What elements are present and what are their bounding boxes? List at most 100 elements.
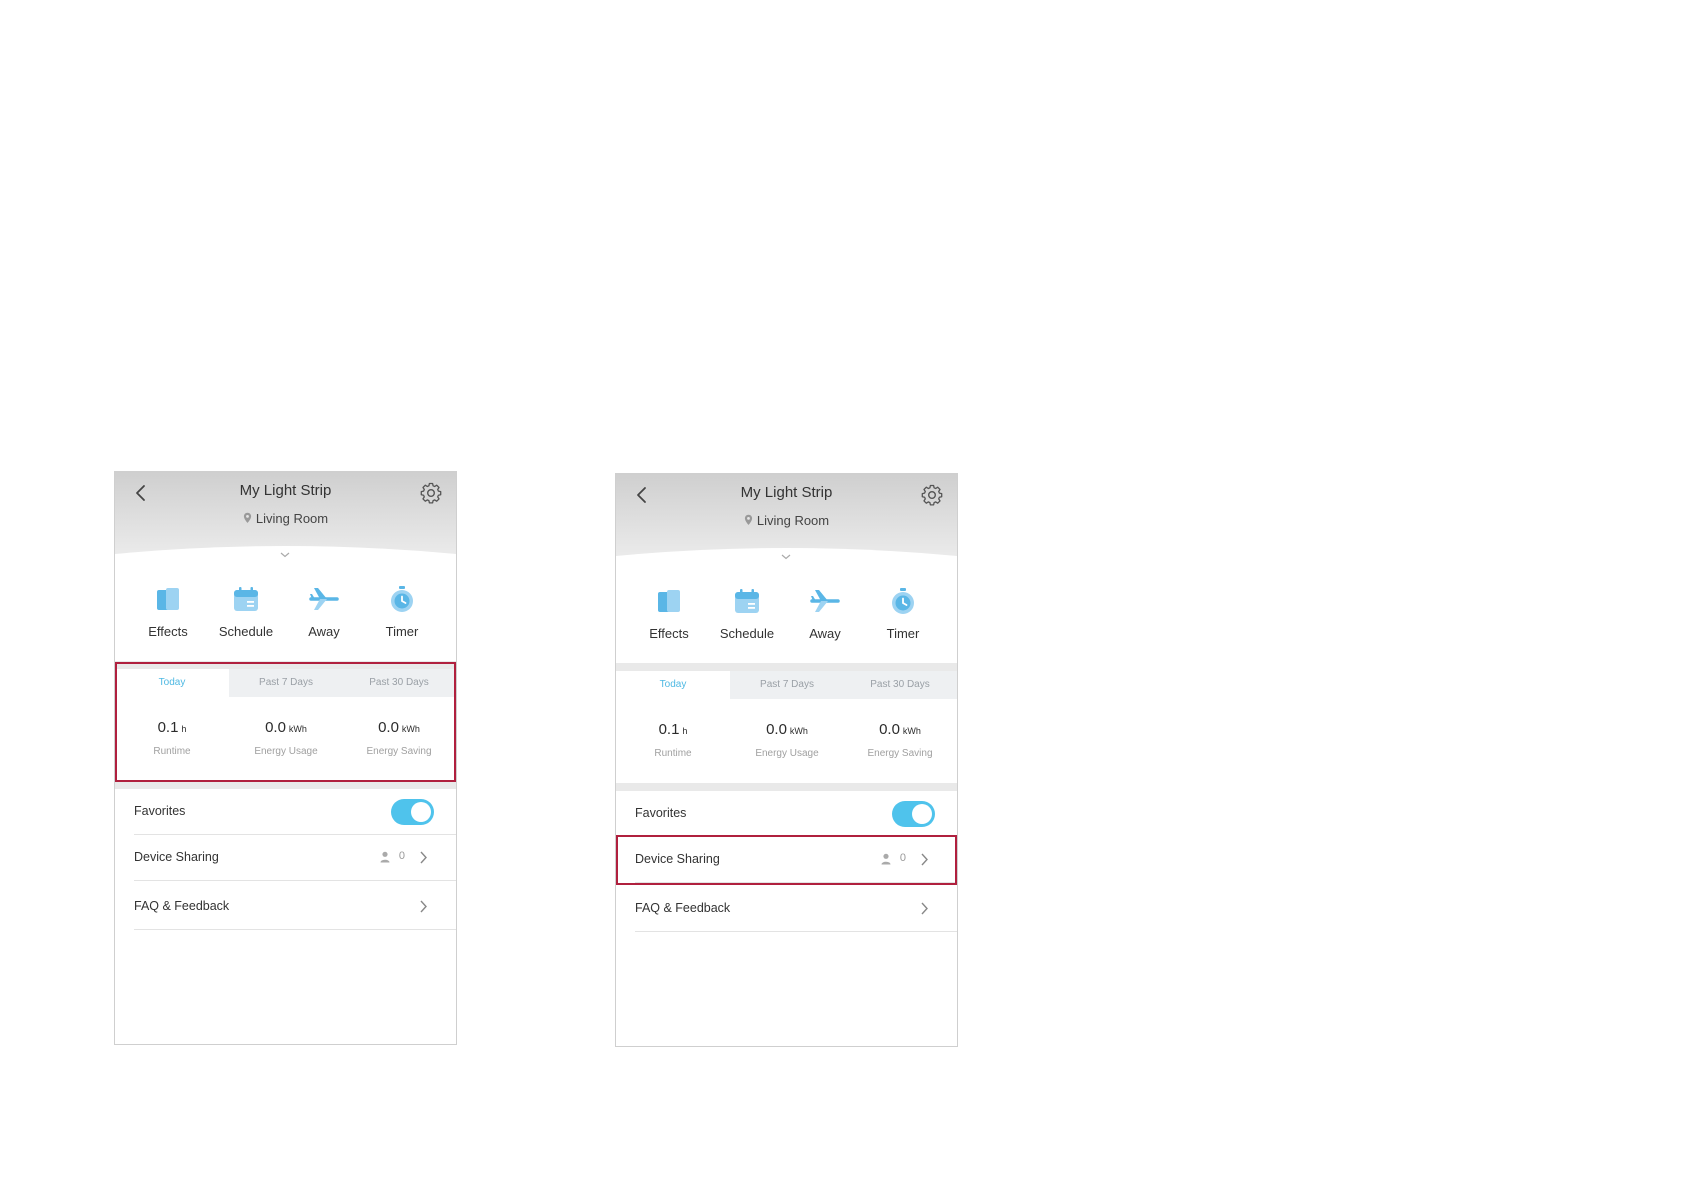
stat-unit: kWh (401, 724, 420, 734)
stat-energy-saving: 0.0 kWh Energy Saving (843, 721, 957, 759)
stat-value: 0.1 (157, 719, 179, 736)
chevron-right-icon (420, 851, 427, 864)
timer-label: Timer (886, 626, 920, 641)
location-pin-icon (243, 512, 251, 523)
stat-value: 0.1 (658, 721, 680, 738)
usage-tabs: Today Past 7 Days Past 30 Days (115, 669, 456, 697)
device-location: Living Room (115, 511, 456, 526)
favorites-toggle[interactable] (391, 799, 434, 825)
schedule-label: Schedule (218, 624, 274, 639)
stat-caption: Energy Usage (755, 748, 819, 759)
stat-energy-saving: 0.0 kWh Energy Saving (342, 719, 456, 757)
stat-value: 0.0 (378, 719, 399, 736)
calendar-icon (234, 587, 258, 611)
tab-past-30-days[interactable]: Past 30 Days (843, 671, 957, 699)
faq-feedback-row[interactable]: FAQ & Feedback (115, 884, 456, 930)
stopwatch-icon (391, 586, 413, 612)
effects-label: Effects (649, 626, 689, 641)
favorites-label: Favorites (635, 806, 687, 820)
faq-feedback-row[interactable]: FAQ & Feedback (616, 886, 957, 932)
stat-value: 0.0 (879, 721, 900, 738)
shortcut-bar: Effects Schedule Away Timer (129, 584, 444, 644)
away-label: Away (809, 626, 841, 641)
device-title: My Light Strip (239, 482, 332, 499)
device-sharing-row[interactable]: Device Sharing 0 (616, 837, 957, 883)
device-sharing-label: Device Sharing (134, 850, 219, 864)
tab-today[interactable]: Today (115, 669, 229, 697)
stat-caption: Energy Usage (254, 746, 318, 757)
usage-stats: Today Past 7 Days Past 30 Days 0.1 h Runt… (616, 671, 957, 783)
calendar-icon (735, 589, 759, 613)
app-screenshot-sharing-highlight: My Light Strip Living Room Effects Sched… (615, 473, 958, 1047)
schedule-button[interactable]: Schedule (207, 584, 285, 639)
app-screenshot-usage-highlight: My Light Strip Living Room Effects Sched… (114, 471, 457, 1045)
shortcut-bar: Effects Schedule Away Timer (630, 586, 945, 646)
chevron-right-icon (420, 900, 427, 913)
section-divider (616, 663, 957, 671)
row-divider (635, 882, 957, 883)
away-button[interactable]: Away (786, 586, 864, 641)
faq-feedback-label: FAQ & Feedback (635, 901, 731, 915)
stopwatch-icon (892, 588, 914, 614)
chevron-down-icon[interactable] (780, 553, 792, 561)
device-location: Living Room (616, 513, 957, 528)
schedule-button[interactable]: Schedule (708, 586, 786, 641)
stat-unit: kWh (288, 724, 307, 734)
stat-unit: h (682, 726, 688, 736)
device-title: My Light Strip (740, 484, 833, 501)
location-label: Living Room (756, 513, 830, 528)
section-divider (616, 783, 957, 791)
chevron-down-icon[interactable] (279, 551, 291, 559)
sharing-count: 0 (398, 850, 405, 862)
stat-unit: kWh (902, 726, 921, 736)
device-sharing-row[interactable]: Device Sharing 0 (115, 835, 456, 881)
section-divider (115, 781, 456, 789)
stat-unit: h (181, 724, 187, 734)
stat-caption: Energy Saving (366, 746, 432, 757)
device-sharing-label: Device Sharing (635, 852, 720, 866)
gear-icon[interactable] (418, 480, 444, 506)
stat-energy-usage: 0.0 kWh Energy Usage (730, 721, 844, 759)
usage-stats: Today Past 7 Days Past 30 Days 0.1 h Runt… (115, 669, 456, 781)
row-divider (134, 929, 456, 930)
timer-button[interactable]: Timer (864, 586, 942, 641)
schedule-label: Schedule (719, 626, 775, 641)
row-divider (635, 931, 957, 932)
airplane-icon (309, 588, 339, 610)
row-divider (134, 880, 456, 881)
location-pin-icon (744, 514, 752, 525)
stat-value: 0.0 (265, 719, 286, 736)
location-label: Living Room (255, 511, 329, 526)
faq-feedback-label: FAQ & Feedback (134, 899, 230, 913)
tab-past-30-days[interactable]: Past 30 Days (342, 669, 456, 697)
favorites-label: Favorites (134, 804, 186, 818)
stat-energy-usage: 0.0 kWh Energy Usage (229, 719, 343, 757)
airplane-icon (810, 590, 840, 612)
tab-past-7-days[interactable]: Past 7 Days (730, 671, 844, 699)
stat-unit: kWh (789, 726, 808, 736)
person-icon (380, 851, 390, 863)
person-icon (881, 853, 891, 865)
timer-label: Timer (385, 624, 419, 639)
toggle-knob (411, 802, 431, 822)
away-label: Away (308, 624, 340, 639)
effects-icon (157, 588, 179, 610)
tab-past-7-days[interactable]: Past 7 Days (229, 669, 343, 697)
gear-icon[interactable] (919, 482, 945, 508)
stat-caption: Runtime (153, 746, 191, 757)
sharing-count: 0 (899, 852, 906, 864)
timer-button[interactable]: Timer (363, 584, 441, 639)
stat-caption: Energy Saving (867, 748, 933, 759)
stat-runtime: 0.1 h Runtime (115, 719, 229, 757)
toggle-knob (912, 804, 932, 824)
usage-tabs: Today Past 7 Days Past 30 Days (616, 671, 957, 699)
favorites-row: Favorites (616, 791, 957, 837)
away-button[interactable]: Away (285, 584, 363, 639)
stat-runtime: 0.1 h Runtime (616, 721, 730, 759)
chevron-right-icon (921, 902, 928, 915)
tab-today[interactable]: Today (616, 671, 730, 699)
favorites-toggle[interactable] (892, 801, 935, 827)
effects-button[interactable]: Effects (630, 586, 708, 641)
stat-value: 0.0 (766, 721, 787, 738)
effects-button[interactable]: Effects (129, 584, 207, 639)
